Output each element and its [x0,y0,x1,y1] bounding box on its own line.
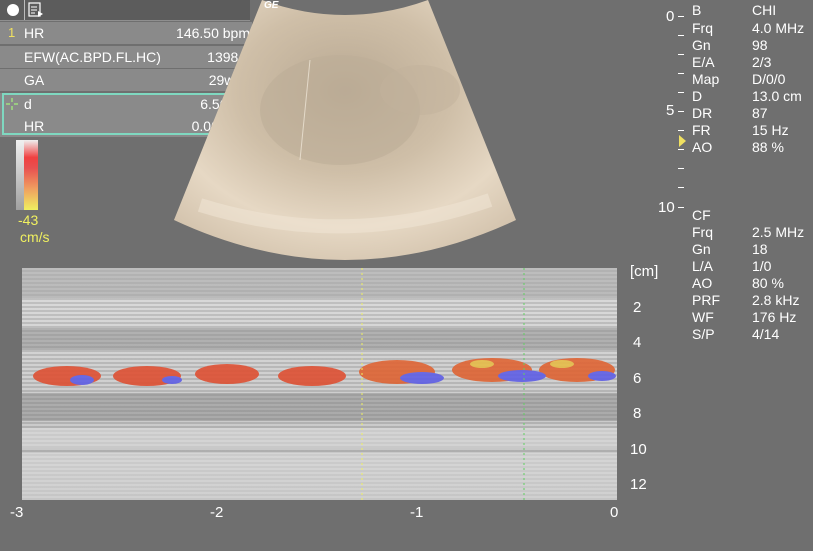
param-row: Gn 98 [692,37,813,53]
measurement-index: 1 [8,25,16,40]
depth-tick [678,111,684,112]
param-row: E/A 2/3 [692,54,813,70]
param-row: AO 80 % [692,275,813,291]
param-row: DR 87 [692,105,813,121]
param-value: 2.5 MHz [752,224,805,240]
param-row: Frq 2.5 MHz [692,224,813,240]
param-row: S/P 4/14 [692,326,813,342]
mmode-depth-label: 2 [633,299,642,316]
param-value: 15 Hz [752,122,789,138]
mmode-depth-label: 10 [630,441,647,458]
param-row: Gn 18 [692,241,813,257]
depth-tick [678,73,684,74]
param-value: 80 % [752,275,784,291]
mmode-depth-label: 12 [630,476,647,493]
param-key: B [692,2,702,18]
param-value: 1/0 [752,258,772,274]
focus-marker-icon [679,135,686,147]
param-value: 98 [752,37,768,53]
param-value: CHI [752,2,777,18]
depth-label-5: 5 [666,102,675,119]
param-row: WF 176 Hz [692,309,813,325]
color-bar-gray-strip [16,140,24,210]
param-cf-mode: CF [692,207,813,223]
param-value: 2.8 kHz [752,292,800,308]
color-scale-unit: cm/s [20,229,50,245]
param-value: 2/3 [752,54,772,70]
mmode-unit-label: [cm] [630,263,659,280]
mmode-time-label: -1 [410,504,424,521]
param-value: 88 % [752,139,784,155]
depth-tick [678,130,684,131]
param-value: 13.0 cm [752,88,802,104]
measurement-label: GA [24,72,45,88]
param-b-mode: B CHI [692,2,813,18]
param-key: PRF [692,292,720,308]
param-value: 176 Hz [752,309,797,325]
color-scale-value: -43 [18,212,39,228]
param-row: PRF 2.8 kHz [692,292,813,308]
depth-tick [678,54,684,55]
param-row: L/A 1/0 [692,258,813,274]
b-mode-sector-image[interactable] [170,0,520,262]
param-key: WF [692,309,714,325]
mmode-time-label: -2 [210,504,224,521]
depth-tick [678,187,684,188]
mmode-time-label: -3 [10,504,24,521]
record-dot-icon[interactable] [6,3,20,17]
param-key: E/A [692,54,715,70]
param-value: 4/14 [752,326,780,342]
ge-logo: GE [264,0,279,11]
measurement-label: EFW(AC.BPD.FL.HC) [24,49,161,65]
param-key: Gn [692,37,711,53]
depth-label-0: 0 [666,8,675,25]
param-row: Frq 4.0 MHz [692,20,813,36]
mmode-depth-label: 8 [633,405,642,422]
param-row: Map D/0/0 [692,71,813,87]
param-key: FR [692,122,711,138]
param-key: Frq [692,20,713,36]
param-row: D 13.0 cm [692,88,813,104]
param-key: DR [692,105,713,121]
param-row: FR 15 Hz [692,122,813,138]
mmode-depth-label: 4 [633,334,642,351]
report-icon[interactable] [28,2,44,18]
param-key: AO [692,139,713,155]
depth-label-10: 10 [658,199,675,216]
mmode-time-label: 0 [610,504,619,521]
depth-tick [678,168,684,169]
mmode-depth-label: 6 [633,370,642,387]
depth-tick [678,92,684,93]
measurement-label: HR [24,25,45,41]
param-key: Gn [692,241,711,257]
param-key: Map [692,71,720,87]
depth-tick [678,149,684,150]
depth-tick [678,16,684,17]
param-value: 87 [752,105,768,121]
param-key: AO [692,275,713,291]
param-key: S/P [692,326,715,342]
param-value: D/0/0 [752,71,786,87]
depth-tick [678,207,684,208]
param-value: 18 [752,241,768,257]
param-key: L/A [692,258,714,274]
param-value: 4.0 MHz [752,20,805,36]
m-mode-strip[interactable] [22,268,617,500]
param-key: Frq [692,224,713,240]
depth-tick [678,35,684,36]
param-row: AO 88 % [692,139,813,155]
param-key: D [692,88,703,104]
param-key: CF [692,207,711,223]
